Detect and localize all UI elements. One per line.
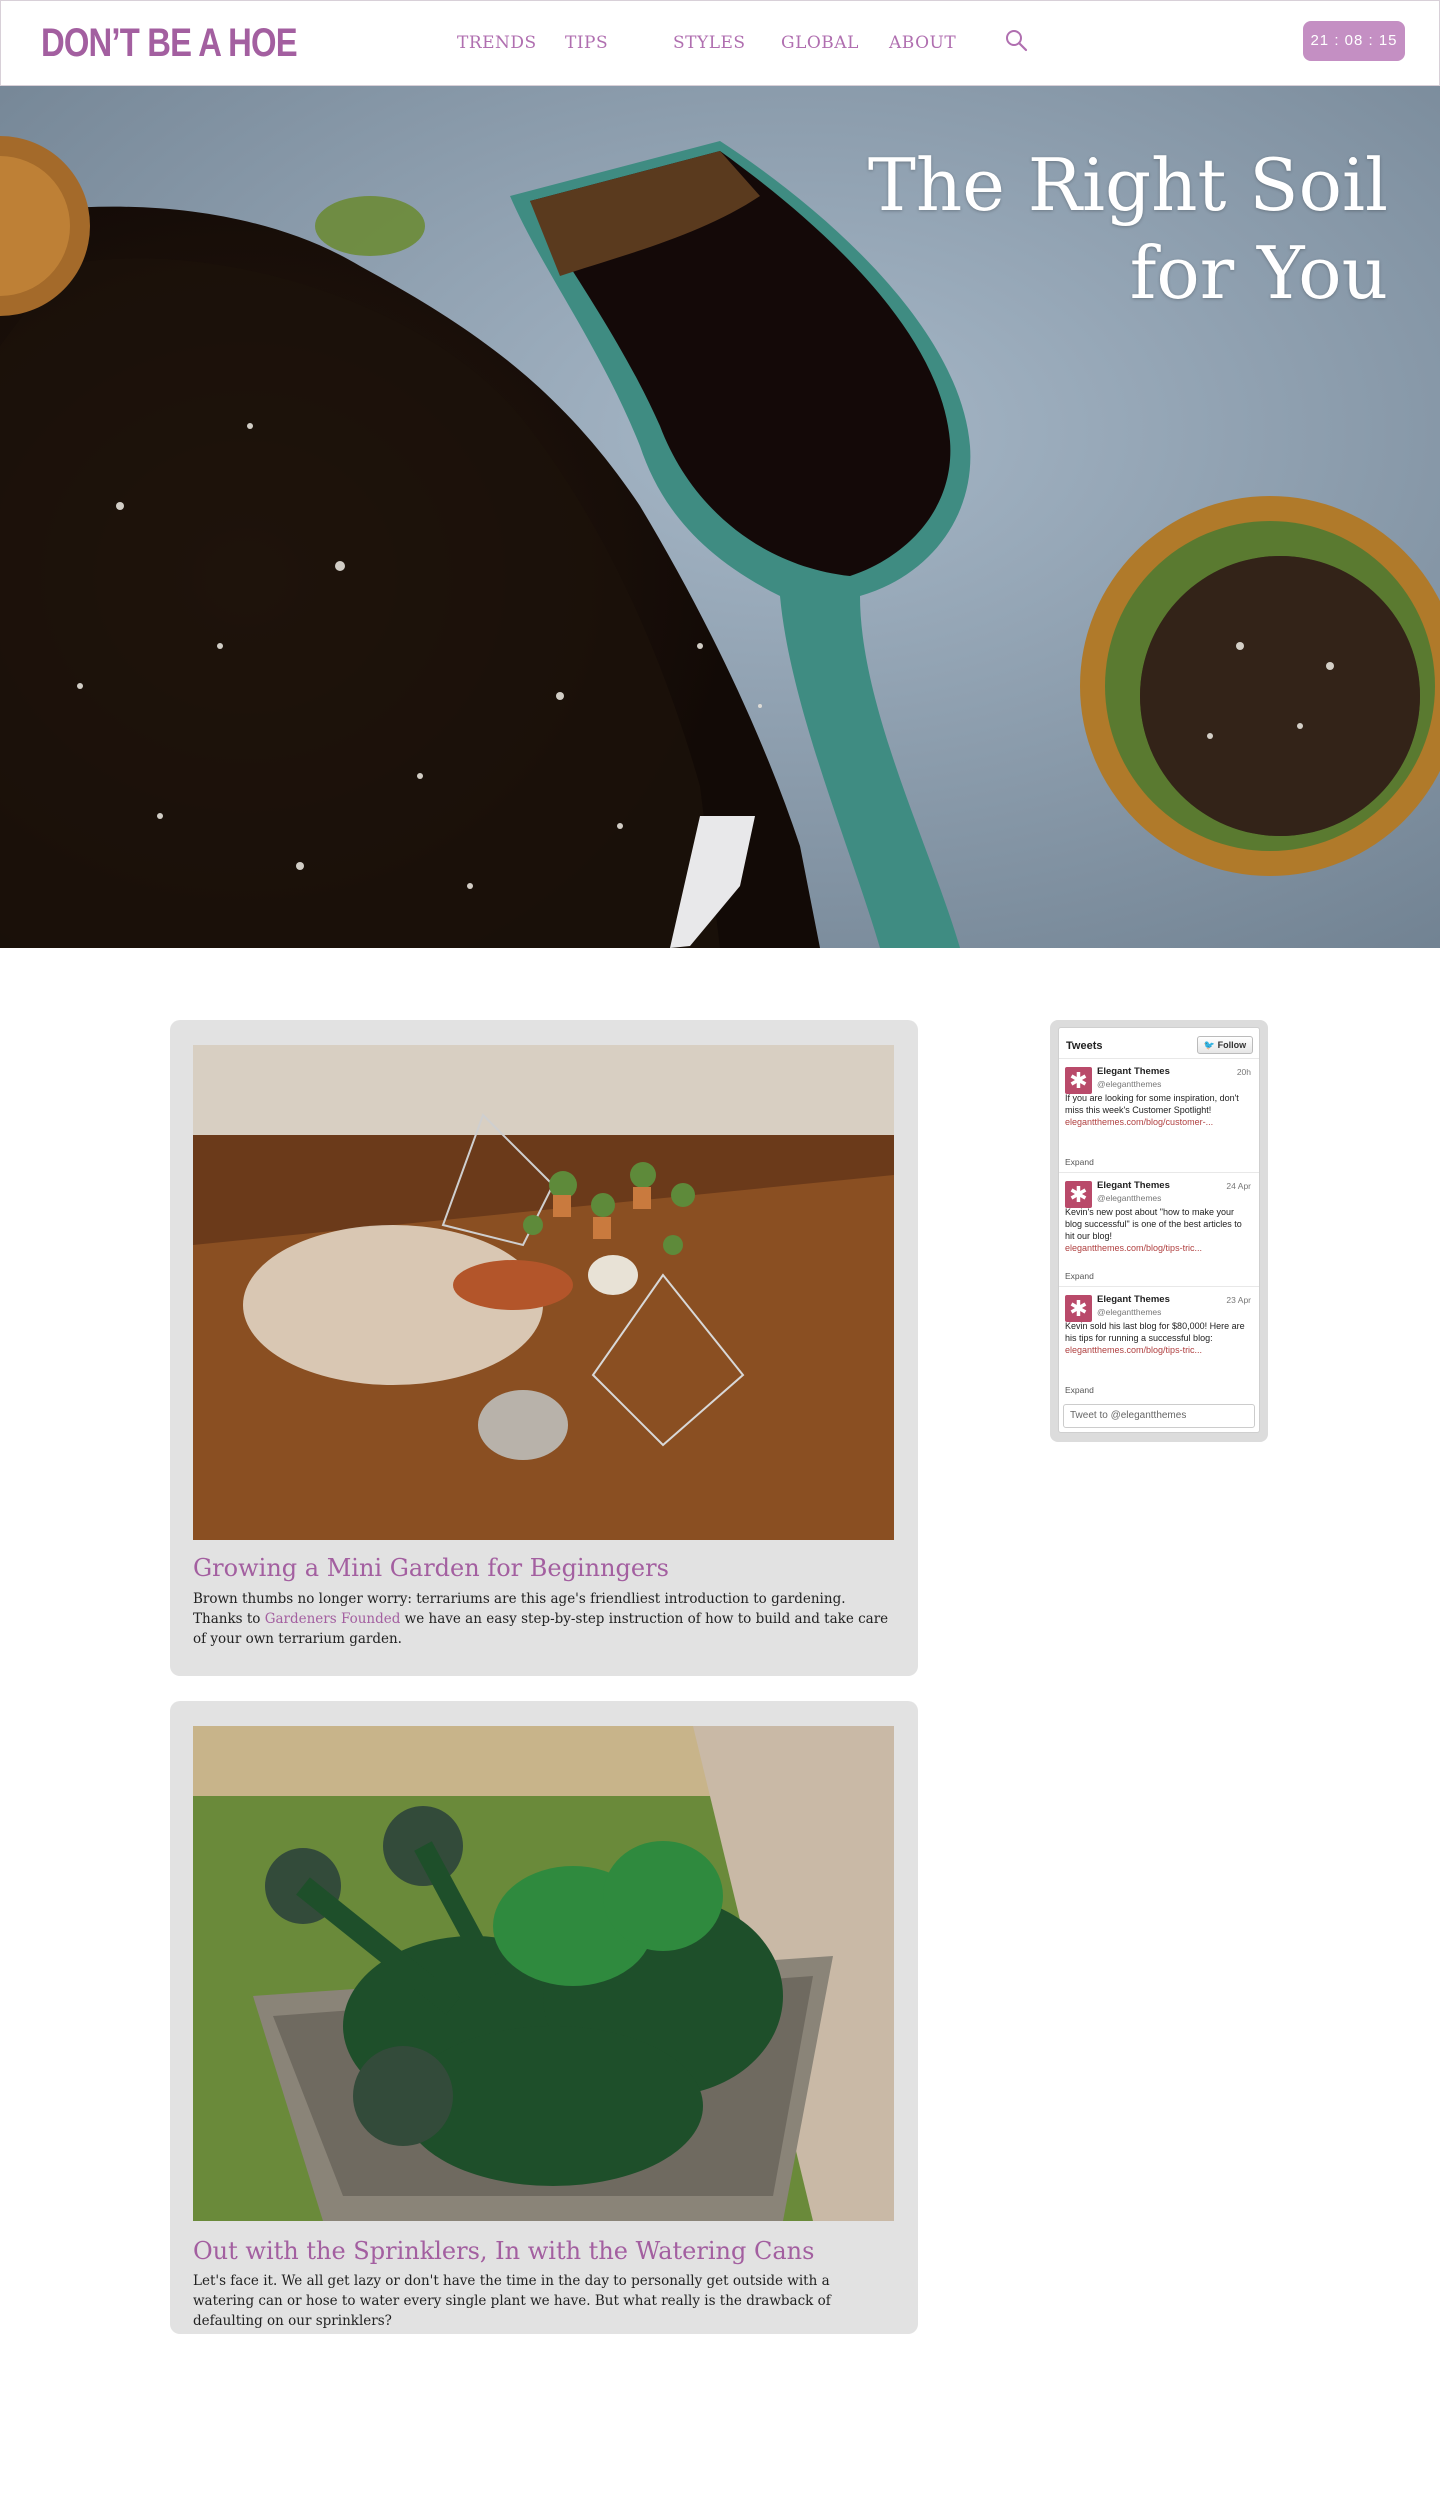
tweet-handle[interactable]: @elegantthemes — [1097, 1307, 1161, 1317]
post-excerpt-link[interactable]: Gardeners Founded — [265, 1611, 401, 1627]
tweet-link[interactable]: elegantthemes.com/blog/customer-... — [1065, 1116, 1253, 1128]
tweet-author[interactable]: Elegant Themes — [1097, 1294, 1170, 1305]
hero-title: The Right Soil for You — [867, 143, 1388, 315]
tweet-text: Kevin's new post about "how to make your… — [1065, 1207, 1242, 1241]
avatar[interactable]: ✱ — [1065, 1181, 1092, 1208]
tweet-author[interactable]: Elegant Themes — [1097, 1066, 1170, 1077]
tweet-item: ✱ Elegant Themes @elegantthemes 23 Apr K… — [1059, 1286, 1259, 1400]
nav-item-global[interactable]: GLOBAL — [781, 33, 859, 53]
search-icon[interactable] — [1004, 28, 1030, 54]
tweet-expand[interactable]: Expand — [1065, 1157, 1094, 1167]
nav-item-styles[interactable]: STYLES — [673, 33, 746, 53]
post-image-watering-cans[interactable] — [193, 1726, 894, 2221]
tweet-handle[interactable]: @elegantthemes — [1097, 1079, 1161, 1089]
tweet-compose-input[interactable]: Tweet to @elegantthemes — [1063, 1404, 1255, 1428]
post-excerpt: Let's face it. We all get lazy or don't … — [193, 2273, 831, 2329]
tweet-expand[interactable]: Expand — [1065, 1385, 1094, 1395]
nav-item-trends[interactable]: TRENDS — [457, 33, 537, 53]
site-logo[interactable]: DON’T BE A HOE — [41, 21, 298, 66]
tweet-text: If you are looking for some inspiration,… — [1065, 1093, 1239, 1115]
tweet-time[interactable]: 20h — [1237, 1067, 1251, 1077]
tweet-link[interactable]: elegantthemes.com/blog/tips-tric... — [1065, 1344, 1253, 1356]
hero-banner: The Right Soil for You — [0, 86, 1440, 948]
tweet-body: Kevin's new post about "how to make your… — [1065, 1206, 1253, 1254]
tweet-handle[interactable]: @elegantthemes — [1097, 1193, 1161, 1203]
twitter-widget: Tweets 🐦 Follow ✱ Elegant Themes @elegan… — [1050, 1020, 1268, 1442]
twitter-bird-icon: 🐦 — [1203, 1040, 1216, 1050]
tweet-expand[interactable]: Expand — [1065, 1271, 1094, 1281]
clock-badge: 21 : 08 : 15 — [1303, 21, 1405, 61]
follow-button[interactable]: 🐦 Follow — [1197, 1036, 1253, 1054]
tweet-item: ✱ Elegant Themes @elegantthemes 24 Apr K… — [1059, 1172, 1259, 1286]
tweet-link[interactable]: elegantthemes.com/blog/tips-tric... — [1065, 1242, 1253, 1254]
tweet-body: Kevin sold his last blog for $80,000! He… — [1065, 1320, 1253, 1356]
nav-item-about[interactable]: ABOUT — [889, 33, 956, 53]
post-image-terrarium[interactable] — [193, 1045, 894, 1540]
post-card: Growing a Mini Garden for Beginngers Bro… — [170, 1020, 918, 1676]
tweets-heading: Tweets — [1066, 1040, 1103, 1052]
post-title[interactable]: Growing a Mini Garden for Beginngers — [193, 1554, 669, 1582]
site-header: DON’T BE A HOE TRENDS TIPS STYLES GLOBAL… — [0, 0, 1440, 86]
nav-item-tips[interactable]: TIPS — [565, 33, 608, 53]
tweet-item: ✱ Elegant Themes @elegantthemes 20h If y… — [1059, 1058, 1259, 1172]
tweet-body: If you are looking for some inspiration,… — [1065, 1092, 1253, 1128]
tweet-time[interactable]: 24 Apr — [1226, 1181, 1251, 1191]
tweet-text: Kevin sold his last blog for $80,000! He… — [1065, 1321, 1245, 1343]
avatar[interactable]: ✱ — [1065, 1067, 1092, 1094]
tweet-time[interactable]: 23 Apr — [1226, 1295, 1251, 1305]
post-title[interactable]: Out with the Sprinklers, In with the Wat… — [193, 2237, 814, 2265]
avatar[interactable]: ✱ — [1065, 1295, 1092, 1322]
post-card: Out with the Sprinklers, In with the Wat… — [170, 1701, 918, 2334]
post-excerpt: Brown thumbs no longer worry: terrariums… — [193, 1589, 895, 1649]
tweet-author[interactable]: Elegant Themes — [1097, 1180, 1170, 1191]
follow-label: Follow — [1217, 1040, 1247, 1050]
twitter-timeline: Tweets 🐦 Follow ✱ Elegant Themes @elegan… — [1058, 1027, 1260, 1433]
